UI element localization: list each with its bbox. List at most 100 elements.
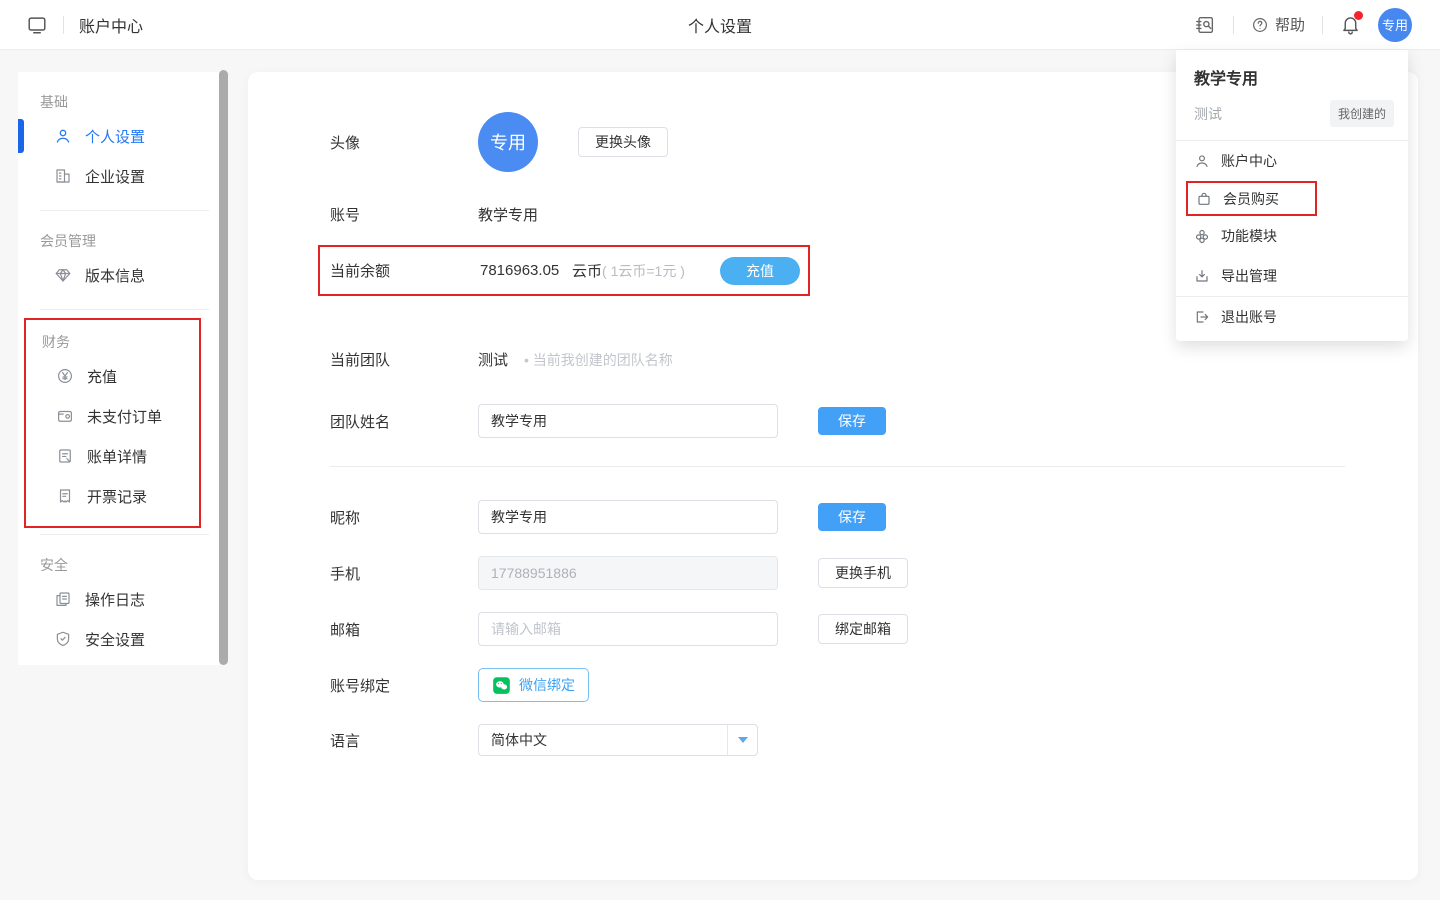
team-name-row: 团队姓名 保存	[330, 404, 1418, 438]
select-caret-box[interactable]	[727, 725, 757, 755]
gem-icon	[54, 266, 72, 284]
topbar-left: 账户中心	[0, 13, 143, 37]
modules-icon	[1194, 228, 1210, 244]
sidebar: 基础 个人设置 企业设置 会员管理 版本信息 财务	[18, 72, 219, 665]
language-value: 简体中文	[479, 730, 727, 750]
user-avatar[interactable]: 专用	[1378, 8, 1412, 42]
menu-item-function-modules[interactable]: 功能模块	[1176, 216, 1408, 256]
yen-circle-icon	[56, 367, 74, 385]
menu-item-logout[interactable]: 退出账号	[1176, 297, 1408, 337]
sidebar-divider	[40, 210, 209, 211]
sidebar-item-invoice-records[interactable]: 开票记录	[26, 476, 199, 516]
language-row: 语言 简体中文	[330, 724, 1418, 756]
sidebar-divider	[40, 534, 209, 535]
save-team-name-button[interactable]: 保存	[818, 407, 886, 435]
email-row: 邮箱 绑定邮箱	[330, 612, 1418, 646]
chevron-down-icon	[738, 737, 748, 743]
change-avatar-button[interactable]: 更换头像	[578, 127, 668, 157]
topbar-divider	[1322, 16, 1323, 34]
sidebar-item-enterprise-settings[interactable]: 企业设置	[18, 156, 219, 196]
nickname-row: 昵称 保存	[330, 500, 1418, 534]
help-label: 帮助	[1275, 14, 1305, 35]
account-binding-row: 账号绑定 微信绑定	[330, 668, 1418, 702]
bag-icon	[1196, 191, 1212, 207]
sidebar-item-label: 个人设置	[85, 126, 145, 147]
monitor-icon[interactable]	[26, 14, 48, 36]
team-label: 当前团队	[330, 349, 478, 370]
language-select[interactable]: 简体中文	[478, 724, 758, 756]
team-name-label: 团队姓名	[330, 411, 478, 432]
topbar-right: 帮助 专用	[1194, 8, 1440, 42]
app-name: 账户中心	[79, 13, 143, 37]
save-nickname-button[interactable]: 保存	[818, 503, 886, 531]
menu-item-label: 导出管理	[1221, 266, 1277, 286]
doc-search-icon[interactable]	[1194, 14, 1216, 36]
wechat-bind-button[interactable]: 微信绑定	[478, 668, 589, 702]
created-by-me-badge: 我创建的	[1330, 100, 1394, 127]
sidebar-item-version-info[interactable]: 版本信息	[18, 255, 219, 295]
shield-icon	[54, 630, 72, 648]
menu-item-membership-purchase[interactable]: 会员购买	[1188, 183, 1315, 214]
notification-dot	[1354, 11, 1363, 20]
sidebar-divider	[40, 309, 209, 310]
log-icon	[54, 590, 72, 608]
sidebar-item-bill-details[interactable]: 账单详情	[26, 436, 199, 476]
menu-item-label: 账户中心	[1221, 151, 1277, 171]
recharge-button[interactable]: 充值	[720, 257, 800, 285]
notification-button[interactable]	[1340, 14, 1361, 35]
menu-item-account-center[interactable]: 账户中心	[1176, 141, 1408, 181]
sidebar-item-label: 版本信息	[85, 265, 145, 286]
active-indicator	[18, 119, 24, 153]
balance-value: 7816963.05	[480, 262, 572, 279]
phone-row: 手机 更换手机	[330, 556, 1418, 590]
sidebar-item-label: 企业设置	[85, 166, 145, 187]
phone-input	[478, 556, 778, 590]
avatar-label: 头像	[330, 132, 478, 153]
email-input[interactable]	[478, 612, 778, 646]
phone-label: 手机	[330, 563, 478, 584]
help-button[interactable]: 帮助	[1251, 14, 1305, 35]
topbar: 账户中心 个人设置 帮助	[0, 0, 1440, 50]
menu-item-label: 功能模块	[1221, 226, 1277, 246]
sidebar-item-security-settings[interactable]: 安全设置	[18, 619, 219, 659]
export-icon	[1194, 268, 1210, 284]
topbar-divider	[63, 16, 64, 34]
sidebar-item-label: 开票记录	[87, 486, 147, 507]
logout-icon	[1194, 309, 1210, 325]
profile-avatar[interactable]: 专用	[478, 112, 538, 172]
balance-label: 当前余额	[330, 260, 480, 281]
binding-label: 账号绑定	[330, 675, 478, 696]
sidebar-item-operation-log[interactable]: 操作日志	[18, 579, 219, 619]
content-divider	[330, 466, 1345, 467]
bill-icon	[56, 447, 74, 465]
invoice-icon	[56, 487, 74, 505]
user-icon	[1194, 153, 1210, 169]
user-dropdown-menu: 教学专用 测试 我创建的 账户中心 会员购买 功能模块	[1176, 50, 1408, 341]
user-icon	[54, 127, 72, 145]
question-icon	[1251, 16, 1269, 34]
wechat-icon	[492, 676, 511, 695]
sidebar-item-label: 账单详情	[87, 446, 147, 467]
team-name-input[interactable]	[478, 404, 778, 438]
annotation-red-box-membership: 会员购买	[1186, 181, 1317, 216]
sidebar-scrollbar[interactable]	[219, 70, 228, 665]
topbar-divider	[1233, 16, 1234, 34]
sidebar-section-finance: 财务	[26, 332, 199, 352]
balance-note: ( 1云币=1元 )	[602, 261, 685, 281]
sidebar-item-unpaid-orders[interactable]: 未支付订单	[26, 396, 199, 436]
page-title: 个人设置	[688, 0, 752, 50]
language-label: 语言	[330, 730, 478, 751]
bind-email-button[interactable]: 绑定邮箱	[818, 614, 908, 644]
building-icon	[54, 167, 72, 185]
balance-currency: 云币	[572, 260, 602, 281]
sidebar-item-label: 安全设置	[85, 629, 145, 650]
annotation-red-box-balance: 当前余额 7816963.05 云币 ( 1云币=1元 ) 充值	[318, 245, 810, 296]
sidebar-item-label: 操作日志	[85, 589, 145, 610]
sidebar-item-recharge[interactable]: 充值	[26, 356, 199, 396]
email-label: 邮箱	[330, 619, 478, 640]
nickname-input[interactable]	[478, 500, 778, 534]
change-phone-button[interactable]: 更换手机	[818, 558, 908, 588]
sidebar-item-personal-settings[interactable]: 个人设置	[18, 116, 219, 156]
current-team-row: 当前团队 测试 • 当前我创建的团队名称	[330, 349, 1418, 370]
menu-item-export-management[interactable]: 导出管理	[1176, 256, 1408, 296]
